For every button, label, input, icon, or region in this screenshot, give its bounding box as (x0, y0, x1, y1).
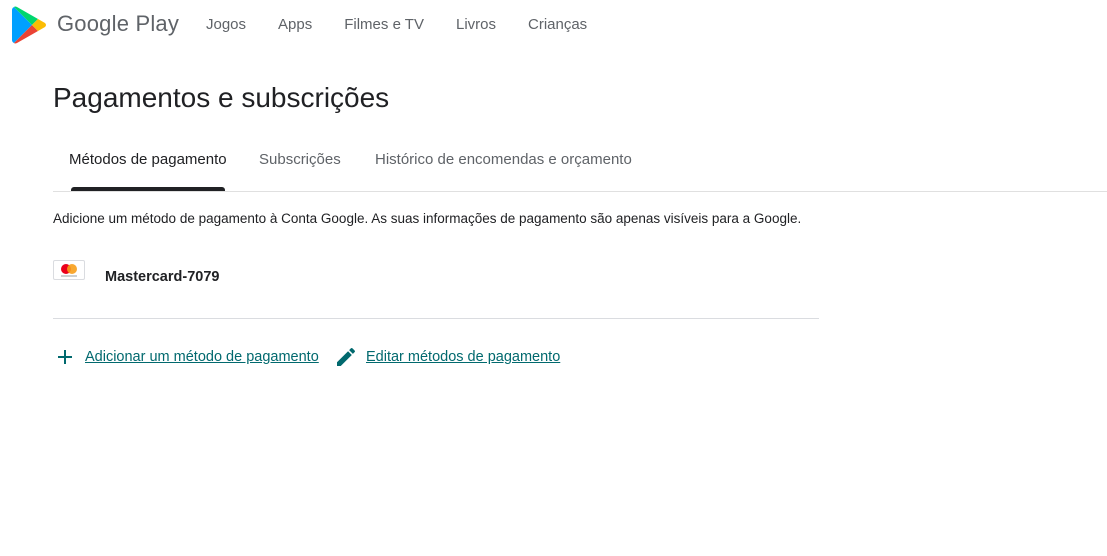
payment-method-name: Mastercard-7079 (105, 269, 220, 285)
tab-payment-methods[interactable]: Métodos de pagamento (69, 151, 227, 168)
tab-subscriptions[interactable]: Subscrições (259, 151, 341, 168)
top-header: Google Play Jogos Apps Filmes e TV Livro… (0, 0, 1107, 50)
payment-description: Adicione um método de pagamento à Conta … (53, 211, 802, 226)
edit-payment-methods-button[interactable]: Editar métodos de pagamento (334, 345, 560, 369)
tab-bar: Métodos de pagamento Subscrições Históri… (53, 138, 1107, 192)
nav-apps[interactable]: Apps (278, 16, 312, 34)
tab-order-history[interactable]: Histórico de encomendas e orçamento (375, 151, 632, 168)
page: Google Play Jogos Apps Filmes e TV Livro… (0, 0, 1107, 556)
nav-movies-tv[interactable]: Filmes e TV (344, 16, 424, 34)
nav-books[interactable]: Livros (456, 16, 496, 34)
active-tab-indicator (71, 187, 225, 191)
payment-method-row[interactable]: Mastercard-7079 (53, 260, 819, 319)
pencil-icon (334, 345, 358, 369)
main-nav: Jogos Apps Filmes e TV Livros Crianças (206, 16, 619, 34)
google-play-icon (12, 6, 48, 44)
nav-games[interactable]: Jogos (206, 16, 246, 34)
mastercard-icon (53, 260, 85, 280)
add-payment-method-label: Adicionar um método de pagamento (85, 349, 319, 365)
payment-actions: Adicionar um método de pagamento Editar … (53, 345, 819, 375)
edit-payment-methods-label: Editar métodos de pagamento (366, 349, 561, 365)
plus-icon (53, 345, 77, 369)
page-title: Pagamentos e subscrições (53, 82, 390, 113)
nav-kids[interactable]: Crianças (528, 16, 587, 34)
add-payment-method-button[interactable]: Adicionar um método de pagamento (53, 345, 319, 369)
google-play-logo[interactable] (12, 6, 48, 44)
brand-name[interactable]: Google Play (57, 11, 179, 37)
